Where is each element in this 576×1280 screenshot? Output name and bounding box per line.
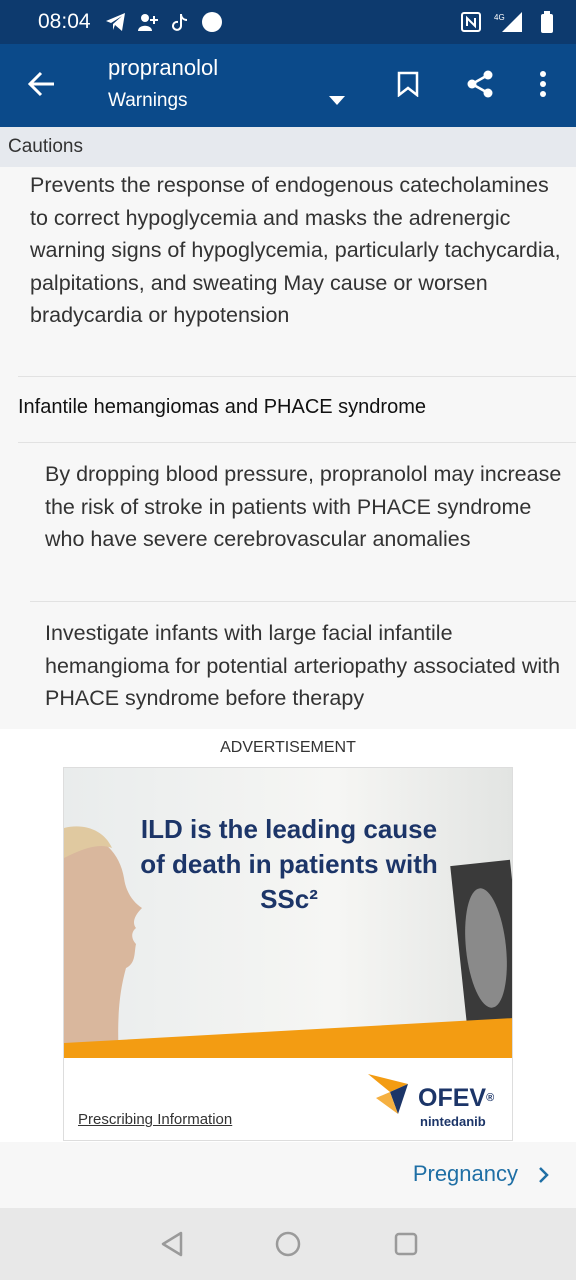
home-icon — [275, 1231, 301, 1257]
ad-headline: ILD is the leading cause of death in pat… — [140, 814, 438, 914]
tiktok-icon — [169, 11, 191, 33]
add-contact-icon — [137, 11, 159, 33]
drug-title: propranolol — [108, 55, 219, 80]
arrow-left-icon — [28, 71, 54, 97]
advertisement-area: ADVERTISEMENT ILD is the leading cause o… — [0, 729, 576, 1142]
section-selector-label[interactable]: Warnings — [108, 90, 188, 112]
divider — [18, 442, 576, 443]
divider — [18, 376, 576, 377]
ad-banner[interactable]: ILD is the leading cause of death in pat… — [63, 767, 513, 1141]
status-bar: 08:04 4G — [0, 0, 576, 44]
next-section-bar[interactable]: Pregnancy — [0, 1142, 576, 1208]
nav-back-button[interactable] — [158, 1230, 186, 1258]
subsection-heading: Infantile hemangiomas and PHACE syndrome — [18, 396, 426, 418]
nav-home-button[interactable] — [274, 1230, 302, 1258]
ad-label: ADVERTISEMENT — [220, 739, 356, 756]
ad-brand: OFEV® — [418, 1084, 495, 1112]
caution-paragraph: Investigate infants with large facial in… — [45, 621, 561, 710]
ad-image: ILD is the leading cause of death in pat… — [64, 768, 512, 1058]
caret-down-icon — [329, 96, 345, 105]
ad-brand-sub: nintedanib — [420, 1114, 486, 1129]
caution-paragraph: Prevents the response of endogenous cate… — [30, 173, 561, 327]
svg-text:4G: 4G — [494, 13, 505, 22]
caution-paragraph: By dropping blood pressure, propranolol … — [45, 462, 562, 551]
system-nav-bar — [0, 1208, 576, 1280]
recents-icon — [394, 1232, 418, 1256]
warnings-content: Prevents the response of endogenous cate… — [0, 167, 576, 729]
section-header: Cautions — [0, 127, 576, 167]
chevron-right-icon[interactable] — [534, 1163, 554, 1187]
prescribing-info-link[interactable]: Prescribing Information — [78, 1111, 232, 1128]
overflow-menu-button[interactable] — [528, 66, 558, 102]
next-section-label[interactable]: Pregnancy — [413, 1161, 518, 1187]
telegram-icon — [105, 11, 127, 33]
nav-recents-button[interactable] — [392, 1230, 420, 1258]
more-vert-icon — [540, 71, 546, 97]
app-bar: propranolol Warnings — [0, 44, 576, 127]
system-icons: 4G — [460, 11, 558, 33]
divider — [30, 601, 576, 602]
notification-icons — [105, 11, 223, 33]
status-time: 08:04 — [38, 10, 91, 33]
back-button[interactable] — [24, 66, 60, 102]
section-dropdown[interactable] — [322, 86, 352, 116]
battery-icon — [536, 11, 558, 33]
share-icon — [467, 70, 493, 98]
share-button[interactable] — [460, 66, 500, 102]
bookmark-button[interactable] — [390, 66, 426, 102]
circle-icon — [201, 11, 223, 33]
nfc-icon — [460, 11, 482, 33]
back-icon — [161, 1231, 183, 1257]
bookmark-icon — [397, 71, 419, 97]
ofev-logo-icon — [368, 1074, 408, 1114]
signal-4g-icon: 4G — [494, 11, 524, 33]
